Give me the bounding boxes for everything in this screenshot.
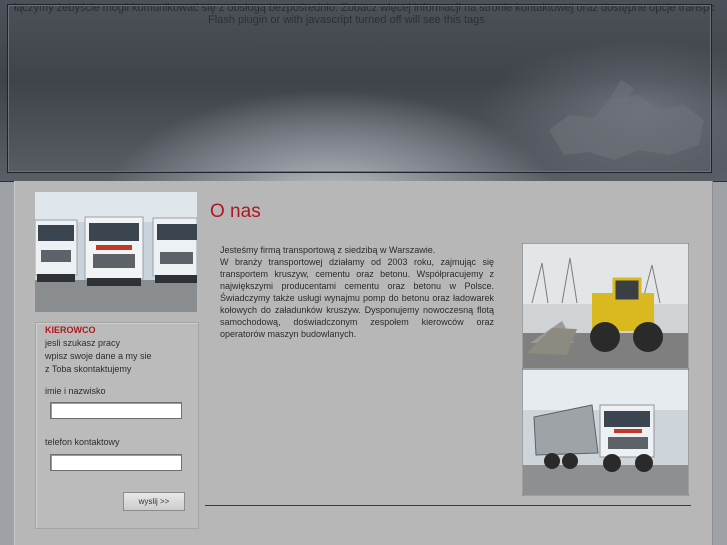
sidebar-title: KIEROWCO	[45, 325, 96, 335]
header-banner: łączymy żebyście mogli komunikować się z…	[0, 0, 727, 182]
name-field-label: imie i nazwisko	[45, 386, 106, 396]
wheel-loader-photo	[522, 243, 689, 369]
truck-fleet-photo	[35, 192, 197, 312]
banner-frame	[7, 4, 712, 173]
sidebar-line: z Toba skontaktujemy	[45, 364, 132, 374]
page-title: O nas	[210, 201, 261, 222]
sidebar-line: jesli szukasz pracy	[45, 338, 121, 348]
send-button[interactable]: wyslij >>	[123, 492, 185, 511]
phone-field-label: telefon kontaktowy	[45, 437, 120, 447]
about-paragraph: Jesteśmy firmą transportową z siedzibą w…	[220, 245, 436, 255]
sidebar-line: wpisz swoje dane a my sie	[45, 351, 152, 361]
about-text: Jesteśmy firmą transportową z siedzibą w…	[220, 244, 494, 340]
name-input[interactable]	[50, 402, 182, 419]
about-paragraph: W branży transportowej działamy od 2003 …	[220, 257, 494, 339]
content-panel: KIEROWCO jesli szukasz pracy wpisz swoje…	[14, 181, 713, 545]
driver-recruitment-box: KIEROWCO jesli szukasz pracy wpisz swoje…	[35, 322, 199, 529]
content-divider	[205, 505, 691, 506]
phone-input[interactable]	[50, 454, 182, 471]
tipper-truck-photo	[522, 369, 689, 496]
